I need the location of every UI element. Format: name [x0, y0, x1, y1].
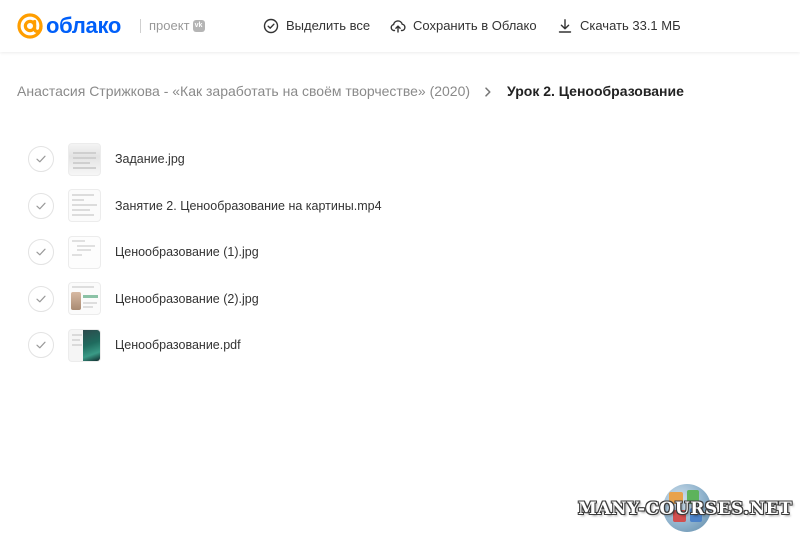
file-name[interactable]: Ценообразование (2).jpg — [115, 292, 259, 306]
logo-divider — [140, 19, 141, 33]
project-link[interactable]: проект vk — [149, 19, 205, 33]
download-button[interactable]: Скачать 33.1 МБ — [557, 18, 681, 34]
file-name[interactable]: Ценообразование (1).jpg — [115, 245, 259, 259]
row-select-checkbox[interactable] — [28, 332, 54, 359]
checkmark-icon — [36, 202, 46, 210]
at-sign-logo-icon — [17, 13, 43, 39]
project-label: проект — [149, 18, 190, 33]
download-label: Скачать 33.1 МБ — [580, 18, 681, 33]
check-circle-icon — [263, 18, 279, 34]
row-select-checkbox[interactable] — [28, 192, 54, 219]
checkmark-icon — [36, 155, 46, 163]
watermark: MANY-COURSES.NET — [578, 484, 792, 534]
row-select-checkbox[interactable] — [28, 146, 54, 173]
download-arrow-icon — [558, 19, 572, 33]
file-name[interactable]: Занятие 2. Ценообразование на картины.mp… — [115, 199, 382, 213]
select-all-button[interactable]: Выделить все — [263, 18, 370, 34]
file-row[interactable]: Ценообразование (2).jpg — [28, 276, 728, 323]
file-row[interactable]: Ценообразование (1).jpg — [28, 229, 728, 276]
file-thumbnail — [68, 282, 101, 316]
file-row[interactable]: Ценообразование.pdf — [28, 322, 728, 369]
breadcrumb: Анастасия Стрижкова - «Как заработать на… — [17, 83, 684, 100]
select-all-label: Выделить все — [286, 18, 371, 33]
watermark-text: MANY-COURSES.NET — [578, 499, 793, 519]
chevron-right-icon — [485, 86, 491, 97]
cloud-logo[interactable]: облако — [16, 12, 121, 40]
save-to-cloud-button[interactable]: Сохранить в Облако — [390, 18, 537, 34]
file-row[interactable]: Задание.jpg — [28, 136, 728, 183]
top-header: облако проект vk Выделить все Сохранить … — [0, 0, 800, 52]
checkmark-icon — [36, 248, 46, 256]
vk-icon: vk — [192, 20, 205, 32]
breadcrumb-current: Урок 2. Ценообразование — [507, 83, 684, 99]
checkmark-icon — [36, 295, 46, 303]
row-select-checkbox[interactable] — [28, 285, 54, 312]
file-thumbnail — [68, 142, 101, 176]
file-row[interactable]: Занятие 2. Ценообразование на картины.mp… — [28, 183, 728, 230]
breadcrumb-parent-link[interactable]: Анастасия Стрижкова - «Как заработать на… — [17, 83, 470, 100]
save-to-cloud-label: Сохранить в Облако — [413, 18, 537, 33]
file-thumbnail — [68, 235, 101, 269]
cloud-upload-icon — [390, 20, 406, 33]
logo-text: облако — [46, 13, 122, 38]
checkmark-icon — [36, 341, 46, 349]
file-name[interactable]: Ценообразование.pdf — [115, 338, 241, 352]
file-list: Задание.jpg Занятие 2. Ценообразование н… — [28, 136, 728, 369]
file-thumbnail — [68, 328, 101, 362]
file-thumbnail — [68, 189, 101, 223]
file-name[interactable]: Задание.jpg — [115, 152, 185, 166]
row-select-checkbox[interactable] — [28, 239, 54, 266]
